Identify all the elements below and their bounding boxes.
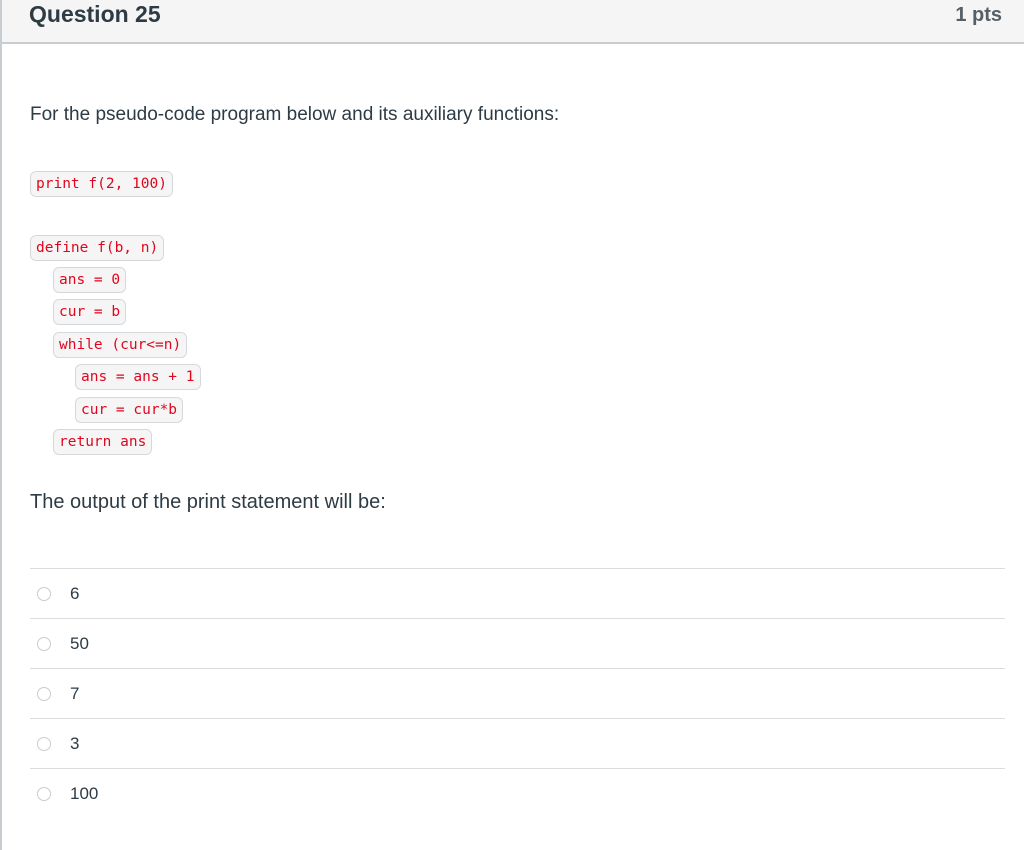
- code-line-ans-increment: ans = ans + 1: [75, 364, 201, 390]
- quiz-question: Question 25 1 pts For the pseudo-code pr…: [0, 0, 1024, 850]
- answer-label[interactable]: 3: [70, 734, 79, 754]
- question-points: 1 pts: [955, 4, 1002, 26]
- answer-label[interactable]: 100: [70, 784, 98, 804]
- radio-button[interactable]: [37, 636, 51, 651]
- radio-button[interactable]: [37, 686, 51, 701]
- code-line-ans-init: ans = 0: [53, 267, 127, 293]
- code-line-return: return ans: [53, 429, 153, 455]
- code-line-cur-init: cur = b: [53, 299, 127, 325]
- question-intro: For the pseudo-code program below and it…: [30, 104, 560, 125]
- answer-label[interactable]: 50: [70, 634, 89, 654]
- question-header: Question 25 1 pts: [2, 0, 1024, 44]
- answer-option[interactable]: 3: [30, 718, 1005, 768]
- code-line-define: define f(b, n): [30, 235, 165, 261]
- radio-button[interactable]: [37, 786, 51, 801]
- answer-label[interactable]: 7: [70, 684, 79, 704]
- question-prompt: The output of the print statement will b…: [30, 491, 386, 513]
- answer-option[interactable]: 100: [30, 768, 1005, 818]
- code-line-cur-multiply: cur = cur*b: [75, 397, 184, 423]
- answer-option[interactable]: 50: [30, 618, 1005, 668]
- code-line-while: while (cur<=n): [53, 332, 188, 358]
- radio-button[interactable]: [37, 736, 51, 751]
- radio-button[interactable]: [37, 586, 51, 601]
- code-line-print: print f(2, 100): [30, 171, 173, 197]
- answer-label[interactable]: 6: [70, 584, 79, 604]
- answer-option[interactable]: 7: [30, 668, 1005, 718]
- question-title: Question 25: [29, 1, 161, 27]
- answer-option[interactable]: 6: [30, 568, 1005, 618]
- answer-list: 6 50 7 3 100: [30, 568, 1005, 818]
